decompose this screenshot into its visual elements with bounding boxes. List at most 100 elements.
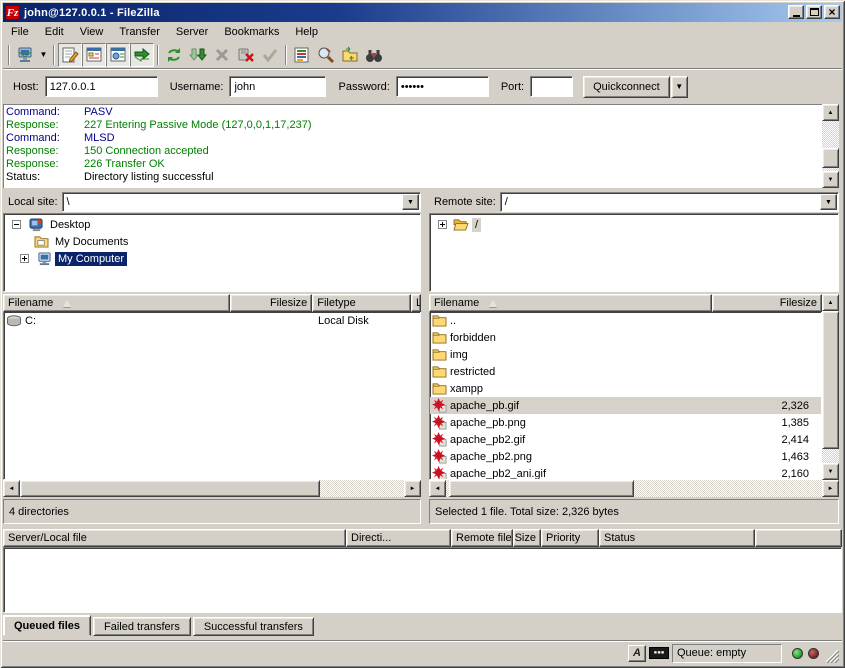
resize-grip[interactable]	[825, 649, 839, 663]
scroll-up-button[interactable]: ▲	[822, 104, 839, 121]
remote-file-row[interactable]: apache_pb.gif2,326	[430, 397, 821, 414]
column-header-filesize[interactable]: Filesize	[712, 294, 822, 312]
menu-bookmarks[interactable]: Bookmarks	[216, 24, 287, 40]
scroll-down-button[interactable]: ▼	[822, 463, 839, 480]
message-log[interactable]: Command:PASV Response:227 Entering Passi…	[3, 104, 822, 188]
scroll-down-button[interactable]: ▼	[822, 171, 839, 188]
refresh-button[interactable]	[162, 43, 186, 67]
toggle-transfer-queue-button[interactable]	[130, 43, 154, 67]
column-header-filename[interactable]: Filename	[3, 294, 230, 312]
tab-successful-transfers[interactable]: Successful transfers	[193, 617, 314, 636]
local-file-row[interactable]: C: Local Disk	[4, 312, 420, 329]
local-file-list[interactable]: C: Local Disk	[3, 312, 421, 480]
remote-vscrollbar[interactable]: ▲ ▼	[822, 294, 839, 480]
directory-listing-filters-button[interactable]	[290, 43, 314, 67]
maximize-button[interactable]	[806, 5, 822, 19]
ascii-transfer-type-icon[interactable]: A	[628, 645, 646, 662]
column-header-status[interactable]: Status	[599, 529, 755, 547]
transfer-queue-list[interactable]	[3, 547, 842, 613]
site-manager-button[interactable]	[13, 43, 37, 67]
username-input[interactable]	[229, 76, 326, 97]
cancel-operation-button[interactable]	[210, 43, 234, 67]
refresh-icon	[165, 46, 183, 64]
menu-help[interactable]: Help	[287, 24, 326, 40]
scroll-up-button[interactable]: ▲	[822, 294, 839, 311]
menu-view[interactable]: View	[72, 24, 112, 40]
speed-limit-indicator-icon[interactable]: ▪▪▪	[649, 647, 669, 659]
remote-file-row[interactable]: restricted	[430, 363, 821, 380]
find-files-button[interactable]	[362, 43, 386, 67]
ascii-letter: A	[633, 647, 641, 659]
title-bar[interactable]: Fz john@127.0.0.1 - FileZilla	[3, 3, 842, 22]
toggle-remote-tree-button[interactable]	[106, 43, 130, 67]
tree-item-root[interactable]: /	[430, 216, 838, 233]
process-queue-button[interactable]	[186, 43, 210, 67]
expand-icon[interactable]	[20, 254, 29, 263]
local-site-combobox[interactable]: \ ▼	[62, 192, 421, 212]
column-header-direction[interactable]: Directi...	[346, 529, 451, 547]
remote-tree[interactable]: /	[429, 213, 839, 292]
scroll-right-button[interactable]: ►	[822, 480, 839, 497]
quickconnect-bar: Host: Username: Password: Port: Quickcon…	[3, 70, 842, 103]
scroll-right-button[interactable]: ►	[404, 480, 421, 497]
toggle-local-tree-button[interactable]	[82, 43, 106, 67]
minimize-button[interactable]	[788, 5, 804, 19]
collapse-icon[interactable]	[12, 220, 21, 229]
scroll-left-button[interactable]: ◄	[429, 480, 446, 497]
recheck-button[interactable]	[258, 43, 282, 67]
remote-file-row[interactable]: apache_pb2_ani.gif2,160	[430, 465, 821, 480]
password-input[interactable]	[396, 76, 489, 97]
host-input[interactable]	[45, 76, 158, 97]
menu-edit[interactable]: Edit	[37, 24, 72, 40]
directory-comparison-button[interactable]	[314, 43, 338, 67]
scroll-left-button[interactable]: ◄	[3, 480, 20, 497]
scroll-thumb[interactable]	[449, 480, 634, 497]
column-header-size[interactable]: Size	[513, 529, 541, 547]
remote-site-dropdown-button[interactable]: ▼	[820, 194, 837, 210]
quickconnect-dropdown-button[interactable]: ▼	[671, 76, 688, 98]
tree-item-desktop[interactable]: Desktop	[4, 216, 420, 233]
column-header-last-modified[interactable]: L	[411, 294, 421, 312]
disconnect-button[interactable]	[234, 43, 258, 67]
site-manager-dropdown-button[interactable]: ▼	[37, 43, 50, 67]
column-header-filesize[interactable]: Filesize	[230, 294, 312, 312]
remote-file-row[interactable]: apache_pb2.png1,463	[430, 448, 821, 465]
column-header-server-local-file[interactable]: Server/Local file	[3, 529, 346, 547]
expand-icon[interactable]	[438, 220, 447, 229]
column-header-filename[interactable]: Filename	[429, 294, 712, 312]
tab-failed-transfers[interactable]: Failed transfers	[93, 617, 191, 636]
column-header-filetype[interactable]: Filetype	[312, 294, 411, 312]
menu-server[interactable]: Server	[168, 24, 216, 40]
tree-item-label: Desktop	[47, 218, 93, 232]
scroll-thumb[interactable]	[822, 148, 839, 168]
scroll-thumb[interactable]	[20, 480, 320, 497]
synchronized-browsing-button[interactable]	[338, 43, 362, 67]
remote-hscrollbar[interactable]: ◄ ►	[429, 480, 839, 497]
toggle-message-log-button[interactable]	[58, 43, 82, 67]
menu-transfer[interactable]: Transfer	[111, 24, 168, 40]
menu-file[interactable]: File	[3, 24, 37, 40]
folder-icon	[432, 331, 447, 344]
port-input[interactable]	[530, 76, 573, 97]
remote-file-row[interactable]: img	[430, 346, 821, 363]
remote-file-row[interactable]: apache_pb2.gif2,414	[430, 431, 821, 448]
remote-file-row[interactable]: ..	[430, 312, 821, 329]
remote-site-combobox[interactable]: / ▼	[500, 192, 839, 212]
scroll-thumb[interactable]	[822, 311, 839, 449]
local-tree[interactable]: Desktop My Documents My Computer	[3, 213, 421, 292]
remote-file-row[interactable]: forbidden	[430, 329, 821, 346]
remote-file-row[interactable]: apache_pb.png1,385	[430, 414, 821, 431]
remote-status-text: Selected 1 file. Total size: 2,326 bytes	[435, 506, 619, 518]
remote-file-list[interactable]: ..forbiddenimgrestrictedxamppapache_pb.g…	[429, 312, 822, 480]
local-site-dropdown-button[interactable]: ▼	[402, 194, 419, 210]
quickconnect-button[interactable]: Quickconnect	[583, 76, 670, 98]
column-header-priority[interactable]: Priority	[541, 529, 599, 547]
column-header-remote-file[interactable]: Remote file	[451, 529, 513, 547]
tab-queued-files[interactable]: Queued files	[3, 615, 91, 636]
close-button[interactable]: ×	[824, 5, 840, 19]
remote-file-row[interactable]: xampp	[430, 380, 821, 397]
tree-item-my-documents[interactable]: My Documents	[4, 233, 420, 250]
log-scrollbar[interactable]: ▲ ▼	[822, 104, 839, 188]
local-hscrollbar[interactable]: ◄ ►	[3, 480, 421, 497]
tree-item-my-computer[interactable]: My Computer	[4, 250, 420, 267]
